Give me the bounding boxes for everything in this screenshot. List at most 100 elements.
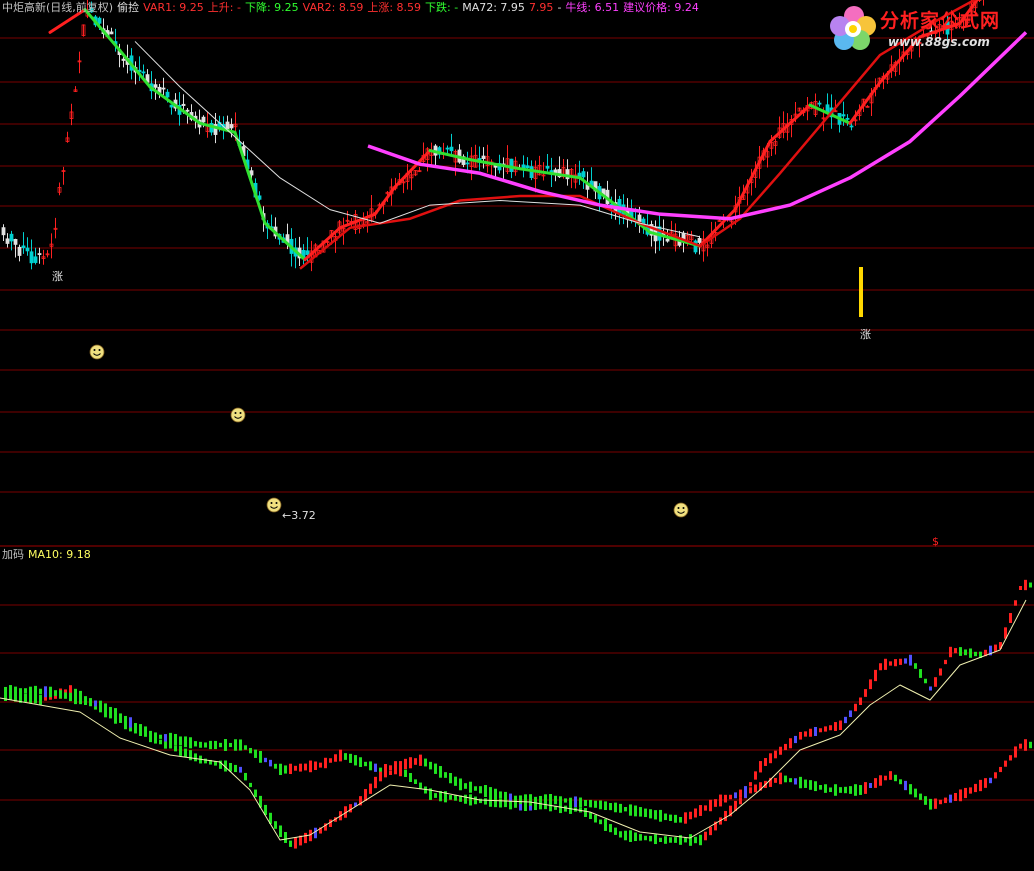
sub-bar [454,795,457,801]
sub-bar [429,761,432,770]
signal-bar [859,267,863,317]
sub-bar [779,746,782,755]
sub-bar [894,659,897,667]
sub-bar [829,787,832,793]
sub-bar [684,812,687,824]
sub-bar [974,783,977,793]
sub-bar [704,805,707,811]
sub-bar [779,772,782,785]
sub-bar [534,796,537,804]
sub-bar [274,763,277,769]
sub-bar [169,744,172,749]
sub-bar [89,698,92,707]
sub-bar [914,663,917,669]
sub-bar [994,772,997,779]
candle-body [305,250,310,255]
smiley-face [89,344,105,360]
sub-bar [634,805,637,817]
sub-bar [24,688,27,694]
sub-bar [554,795,557,805]
sub-bar [874,669,877,682]
candle-body [185,109,190,112]
rise-marker: 涨 [860,328,871,341]
dollar-marker: $ [932,535,939,548]
sub-bar [934,677,937,687]
sub-bar [519,795,522,805]
sub-bar [489,787,492,798]
sub-bar [584,808,587,817]
sub-bar [459,778,462,791]
candle-body [29,251,34,264]
sub-bar [284,832,287,843]
sub-bar [174,733,177,746]
candle-body [817,102,822,105]
sub-bar [279,825,282,838]
sub-bar [219,742,222,748]
sub-bar [944,659,947,665]
sub-bar [889,771,892,780]
candle-body [181,103,186,106]
sub-bar [239,766,242,773]
watermark-title: 分析家公式网 [880,10,1001,32]
main-markers: 涨涨←3.72$ [52,267,939,548]
sub-bar [374,763,377,772]
candle-body [169,104,174,108]
sub-bar [1009,613,1012,623]
sub-bar [369,783,372,794]
sub-bar [499,791,502,799]
sub-bar [849,710,852,718]
sub-bar [209,740,212,750]
sub-bar [924,678,927,684]
sub-bar [814,726,817,737]
header-item: 下降: 9.25 [244,1,299,14]
candle-body [849,125,854,128]
sub-bar [249,747,252,754]
sub-bar [159,734,162,739]
sub-bar [419,754,422,766]
sub-bar [389,765,392,771]
sub-bar [784,743,787,751]
bull-line [367,31,1028,221]
sub-bar [414,758,417,765]
sub-bar [629,804,632,816]
sub-bar [164,734,167,742]
grid-lines [0,37,1034,801]
sub-bar [874,778,877,788]
candle-body [201,116,206,123]
sub-bar [169,732,172,745]
sub-bar [754,771,757,780]
sub-bar [584,799,587,807]
sub-bar [789,778,792,783]
sub-bar [249,782,252,788]
sub-bar [759,761,762,773]
sub-bar [344,753,347,760]
sub-bar [719,794,722,807]
sub-bar [1024,579,1027,591]
sub-bar [479,786,482,794]
sub-bar [639,807,642,817]
sub-bar [929,798,932,810]
sub-bar [884,658,887,670]
smiley-eye [677,507,680,509]
sub-bar [859,697,862,705]
smiley-eye [234,412,237,414]
sub-bar [829,725,832,731]
sub-bar [899,779,902,785]
sub-bar [204,742,207,748]
sub-bar [864,689,867,697]
sub-bar [9,685,12,696]
sub-bar [224,739,227,751]
sub-bar [159,739,162,745]
sub-bar [189,737,192,749]
sub-bar [1004,760,1007,767]
sub-bar [444,772,447,778]
sub-bar [529,794,532,806]
header-item: 建议价格: 9.24 [623,1,699,14]
sub-bar [879,663,882,671]
smiley-eye [93,349,96,351]
stock-chart: 涨涨←3.72$ [0,0,1034,849]
candle-body [1,227,6,236]
sub-bars [4,579,1032,849]
sub-bar [659,809,662,822]
sub-bar [764,758,767,766]
